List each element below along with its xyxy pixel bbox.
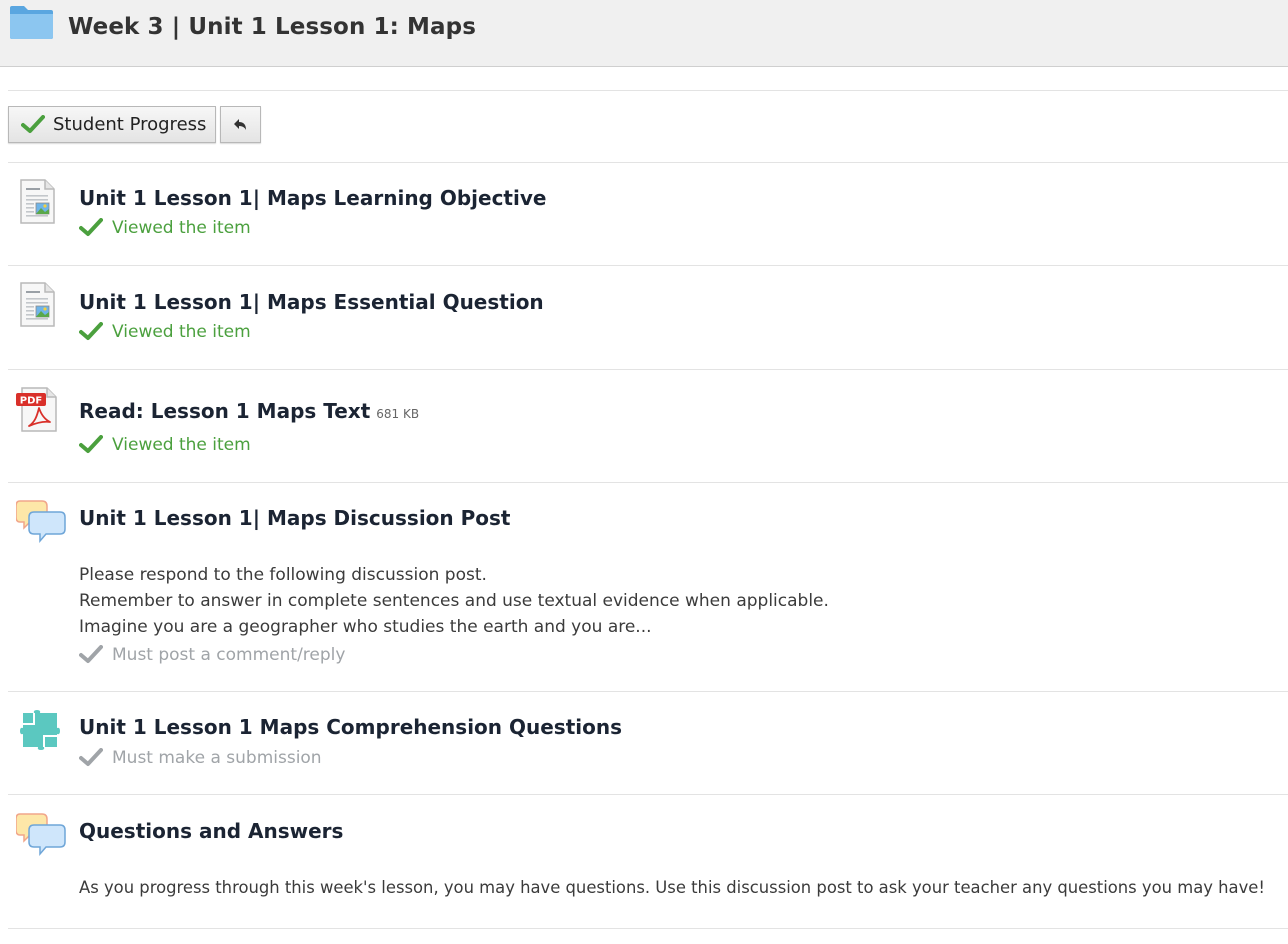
item-title[interactable]: Unit 1 Lesson 1| Maps Learning Objective	[79, 186, 546, 210]
discussion-icon	[16, 811, 66, 859]
divider	[8, 691, 1288, 692]
item-title[interactable]: Unit 1 Lesson 1| Maps Essential Question	[79, 290, 544, 314]
document-icon	[16, 281, 58, 329]
item-description: Please respond to the following discussi…	[79, 562, 829, 640]
divider	[8, 90, 1288, 91]
item-title[interactable]: Questions and Answers	[79, 819, 343, 843]
item-title[interactable]: Unit 1 Lesson 1| Maps Discussion Post	[79, 506, 510, 530]
status-text: Must post a comment/reply	[112, 645, 346, 665]
description-line: As you progress through this week's less…	[79, 878, 1265, 897]
item-title[interactable]: Unit 1 Lesson 1 Maps Comprehension Quest…	[79, 715, 622, 739]
divider	[8, 162, 1288, 163]
divider	[8, 482, 1288, 483]
undo-arrow-icon	[233, 118, 246, 130]
status-text: Viewed the item	[112, 322, 251, 342]
description-line: Please respond to the following discussi…	[79, 565, 487, 585]
check-icon	[79, 218, 103, 238]
puzzle-icon	[20, 710, 60, 750]
check-icon	[79, 322, 103, 342]
item-status: Viewed the item	[79, 435, 251, 455]
item-description: As you progress through this week's less…	[79, 875, 1265, 901]
check-icon	[79, 748, 103, 768]
student-progress-label: Student Progress	[53, 114, 207, 135]
item-status: Viewed the item	[79, 322, 251, 342]
page-title: Week 3 | Unit 1 Lesson 1: Maps	[68, 14, 477, 40]
student-progress-button[interactable]: Student Progress	[8, 106, 216, 143]
file-size: 681 KB	[376, 407, 420, 421]
status-text: Viewed the item	[112, 218, 251, 238]
item-title-row: Read: Lesson 1 Maps Text 681 KB	[79, 399, 419, 423]
item-status: Viewed the item	[79, 218, 251, 238]
description-line: Imagine you are a geographer who studies…	[79, 617, 652, 637]
check-icon	[21, 115, 45, 135]
back-button[interactable]	[220, 106, 261, 143]
check-icon	[79, 435, 103, 455]
folder-icon	[10, 6, 53, 39]
item-status: Must post a comment/reply	[79, 645, 345, 665]
divider	[8, 928, 1288, 929]
discussion-icon	[16, 498, 66, 546]
item-title[interactable]: Read: Lesson 1 Maps Text	[79, 399, 370, 423]
divider	[8, 794, 1288, 795]
divider	[8, 369, 1288, 370]
description-line: Remember to answer in complete sentences…	[79, 591, 829, 611]
divider	[8, 265, 1288, 266]
check-icon	[79, 645, 103, 665]
status-text: Viewed the item	[112, 435, 251, 455]
page-header: Week 3 | Unit 1 Lesson 1: Maps	[0, 0, 1288, 67]
document-icon	[16, 178, 58, 226]
status-text: Must make a submission	[112, 748, 322, 768]
item-status: Must make a submission	[79, 748, 322, 768]
pdf-icon	[15, 386, 61, 434]
